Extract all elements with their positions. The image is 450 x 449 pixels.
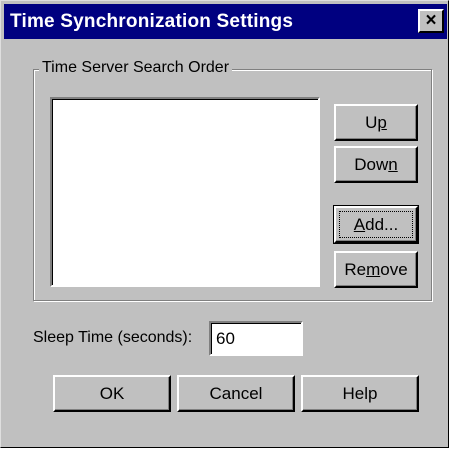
cancel-button[interactable]: Cancel (177, 375, 295, 412)
add-button[interactable]: Add... (333, 205, 419, 244)
sleep-time-field[interactable] (209, 321, 303, 356)
time-sync-dialog: Time Synchronization Settings × Time Ser… (0, 0, 449, 448)
time-server-list[interactable] (50, 97, 320, 287)
server-search-order-legend: Time Server Search Order (39, 59, 233, 77)
up-button[interactable]: Up (334, 104, 418, 141)
ok-button[interactable]: OK (53, 375, 171, 412)
close-button[interactable]: × (418, 9, 444, 33)
remove-button[interactable]: Remove (334, 251, 418, 288)
window-title: Time Synchronization Settings (10, 11, 294, 32)
close-icon: × (425, 10, 437, 31)
sleep-time-label: Sleep Time (seconds): (33, 329, 193, 346)
help-button[interactable]: Help (301, 375, 419, 412)
title-bar: Time Synchronization Settings × (4, 4, 447, 39)
down-button[interactable]: Down (334, 146, 418, 183)
